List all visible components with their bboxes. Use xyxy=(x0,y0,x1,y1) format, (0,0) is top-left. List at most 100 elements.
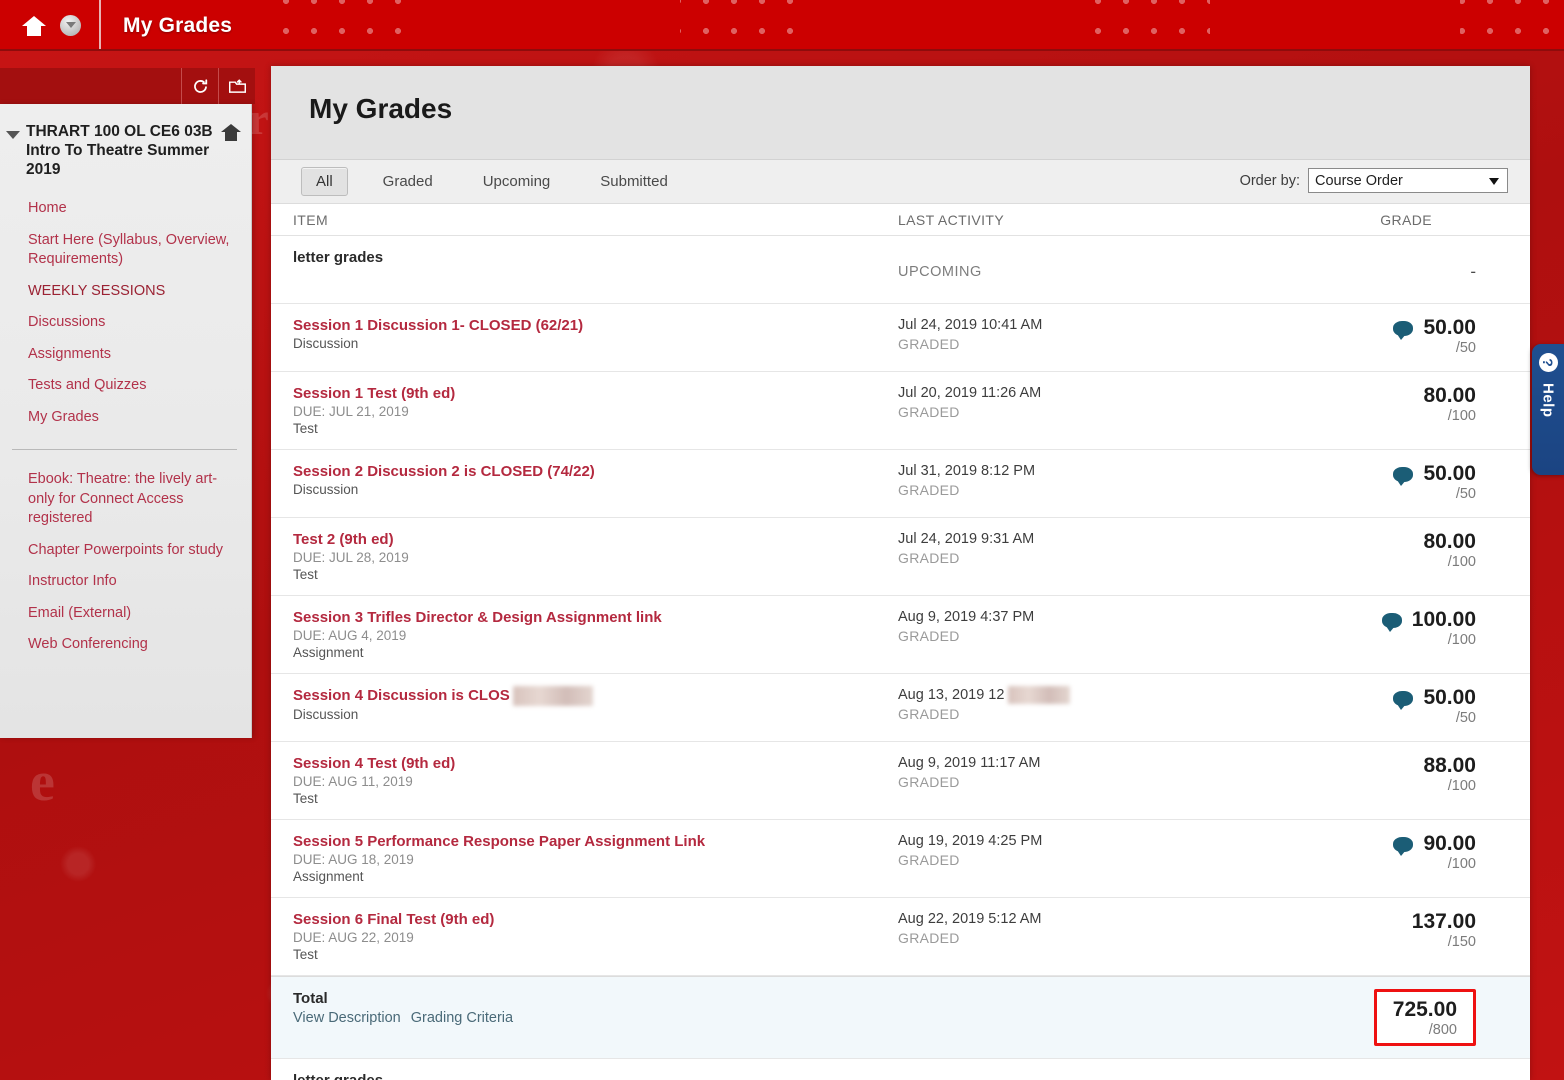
grade-group: 725.00/800 xyxy=(1268,989,1476,1046)
comment-bubble-icon[interactable] xyxy=(1393,691,1414,710)
cell-grade: 80.00/100 xyxy=(1268,530,1530,583)
tab-submitted[interactable]: Submitted xyxy=(585,167,683,196)
comment-bubble-icon[interactable] xyxy=(1393,837,1414,856)
grade-numbers: 137.00/150 xyxy=(1412,910,1476,951)
item-link[interactable]: Session 2 Discussion 2 is CLOSED (74/22) xyxy=(293,462,888,481)
grade-group: 50.00/50 xyxy=(1268,316,1476,357)
cell-item: Session 4 Discussion is CLOS Discussion xyxy=(293,686,898,729)
grade-numbers: 80.00/100 xyxy=(1423,530,1476,571)
grading-criteria-link[interactable]: Grading Criteria xyxy=(411,1010,513,1026)
cell-item: Session 2 Discussion 2 is CLOSED (74/22)… xyxy=(293,462,898,505)
sidebar-item-instructor-info[interactable]: Instructor Info xyxy=(0,566,251,598)
grade-total-points: /150 xyxy=(1447,934,1476,950)
item-type: Assignment xyxy=(293,869,364,884)
cell-grade: 90.00/100 xyxy=(1268,832,1530,885)
top-banner: My Grades xyxy=(0,0,1564,51)
table-header-row: ITEM LAST ACTIVITY GRADE xyxy=(271,204,1530,236)
grade-numbers: 725.00/800 xyxy=(1393,998,1457,1039)
table-row: Session 2 Discussion 2 is CLOSED (74/22)… xyxy=(271,450,1530,518)
item-link[interactable]: Session 4 Test (9th ed) xyxy=(293,754,888,773)
sidebar-item-start-here[interactable]: Start Here (Syllabus, Overview, Requirem… xyxy=(0,225,251,276)
table-row: Session 5 Performance Response Paper Ass… xyxy=(271,820,1530,898)
page-header: My Grades xyxy=(271,66,1530,160)
sidebar-item-email-external[interactable]: Email (External) xyxy=(0,598,251,630)
item-link[interactable]: Session 5 Performance Response Paper Ass… xyxy=(293,832,888,851)
item-due-date: DUE: JUL 28, 2019 xyxy=(293,550,409,565)
item-due-date: DUE: AUG 22, 2019 xyxy=(293,930,414,945)
item-name: letter grades xyxy=(293,1071,888,1080)
course-header[interactable]: THRART 100 OL CE6 03B Intro To Theatre S… xyxy=(0,122,251,179)
caret-down-icon[interactable] xyxy=(6,131,20,139)
item-name: letter grades xyxy=(293,249,384,266)
item-type: Test xyxy=(293,567,318,582)
sidebar-item-tests-and-quizzes[interactable]: Tests and Quizzes xyxy=(0,370,251,402)
tab-graded[interactable]: Graded xyxy=(368,167,448,196)
table-row: Session 4 Discussion is CLOS Discussion Au… xyxy=(271,674,1530,742)
comment-bubble-icon[interactable] xyxy=(1381,613,1402,632)
folder-open-icon[interactable] xyxy=(218,68,255,104)
home-icon[interactable] xyxy=(221,124,241,142)
grades-rows: letter grades UPCOMING - Session 1 Discussi… xyxy=(271,236,1530,1080)
cell-item: Session 4 Test (9th ed) DUE: AUG 11, 2019… xyxy=(293,754,898,807)
grade-group: 80.00/100 xyxy=(1268,530,1476,571)
grades-table: ITEM LAST ACTIVITY GRADE letter grades UP… xyxy=(271,204,1530,1080)
item-link[interactable]: Test 2 (9th ed) xyxy=(293,530,888,549)
item-type: Discussion xyxy=(293,707,359,723)
grade-group: 50.00/50 xyxy=(1268,686,1476,727)
activity-status: GRADED xyxy=(898,404,960,420)
refresh-icon[interactable] xyxy=(181,68,218,104)
sidebar-item-chapter-powerpoints[interactable]: Chapter Powerpoints for study xyxy=(0,535,251,567)
sidebar-item-discussions[interactable]: Discussions xyxy=(0,307,251,339)
sidebar-divider xyxy=(12,449,237,450)
sidebar-item-home[interactable]: Home xyxy=(0,193,251,225)
cell-grade: 137.00/150 xyxy=(1268,910,1530,963)
item-link[interactable]: Session 3 Trifles Director & Design Assi… xyxy=(293,608,888,627)
cell-grade: 50.00/50 xyxy=(1268,316,1530,359)
item-link[interactable]: Session 6 Final Test (9th ed) xyxy=(293,910,888,929)
order-by-select[interactable]: Course Order xyxy=(1308,168,1508,193)
chevron-down-icon[interactable] xyxy=(60,15,81,36)
item-type: Discussion xyxy=(293,482,359,497)
activity-status: UPCOMING xyxy=(898,264,982,280)
grade-group: 137.00/150 xyxy=(1268,910,1476,951)
comment-bubble-icon[interactable] xyxy=(1393,467,1414,486)
item-link[interactable]: Session 1 Test (9th ed) xyxy=(293,384,888,403)
grade-total-points: /50 xyxy=(1455,710,1476,726)
activity-status: GRADED xyxy=(898,336,960,352)
tab-upcoming[interactable]: Upcoming xyxy=(468,167,566,196)
sidebar-item-assignments[interactable]: Assignments xyxy=(0,339,251,371)
activity-date: Jul 20, 2019 11:26 AM xyxy=(898,385,1042,401)
item-type: Assignment xyxy=(293,645,364,660)
tab-all[interactable]: All xyxy=(301,167,348,196)
grade-total-points: /100 xyxy=(1447,778,1476,794)
cell-last-activity: Jul 20, 2019 11:26 AM GRADED xyxy=(898,384,1268,437)
sidebar-item-ebook[interactable]: Ebook: Theatre: the lively art- only for… xyxy=(0,464,251,535)
activity-status: GRADED xyxy=(898,628,960,644)
item-type: Test xyxy=(293,421,318,436)
comment-bubble-icon[interactable] xyxy=(1393,321,1414,340)
item-link[interactable]: Session 4 Discussion is CLOS xyxy=(293,686,888,707)
home-icon[interactable] xyxy=(22,15,46,37)
cell-last-activity: Aug 9, 2019 11:17 AM GRADED xyxy=(898,754,1268,807)
grade-value: 100.00 xyxy=(1411,608,1476,631)
cell-grade: 80.00/100 xyxy=(1268,384,1530,437)
column-header-grade: GRADE xyxy=(1380,211,1432,228)
global-nav-group[interactable] xyxy=(0,0,101,49)
grade-group: 100.00/100 xyxy=(1268,608,1476,649)
view-description-link[interactable]: View Description xyxy=(293,1010,401,1026)
cell-last-activity xyxy=(898,989,1268,1046)
grade-numbers: 50.00/50 xyxy=(1423,686,1476,727)
grade-numbers: 88.00/100 xyxy=(1423,754,1476,795)
item-link[interactable]: Session 1 Discussion 1- CLOSED (62/21) xyxy=(293,316,888,335)
cell-grade: 100.00/100 xyxy=(1268,608,1530,661)
grade-total-points: /50 xyxy=(1455,486,1476,502)
cell-last-activity: Jul 24, 2019 10:41 AM GRADED xyxy=(898,316,1268,359)
help-tab[interactable]: ? Help xyxy=(1532,344,1564,475)
table-row: Session 6 Final Test (9th ed) DUE: AUG 22… xyxy=(271,898,1530,976)
sidebar-item-weekly-sessions[interactable]: WEEKLY SESSIONS xyxy=(0,276,251,308)
sidebar-item-web-conferencing[interactable]: Web Conferencing xyxy=(0,629,251,661)
grade-group: 50.00/50 xyxy=(1268,462,1476,503)
cell-grade: - xyxy=(1268,1071,1530,1080)
sidebar-item-my-grades[interactable]: My Grades xyxy=(0,402,251,434)
activity-status: GRADED xyxy=(898,852,960,868)
